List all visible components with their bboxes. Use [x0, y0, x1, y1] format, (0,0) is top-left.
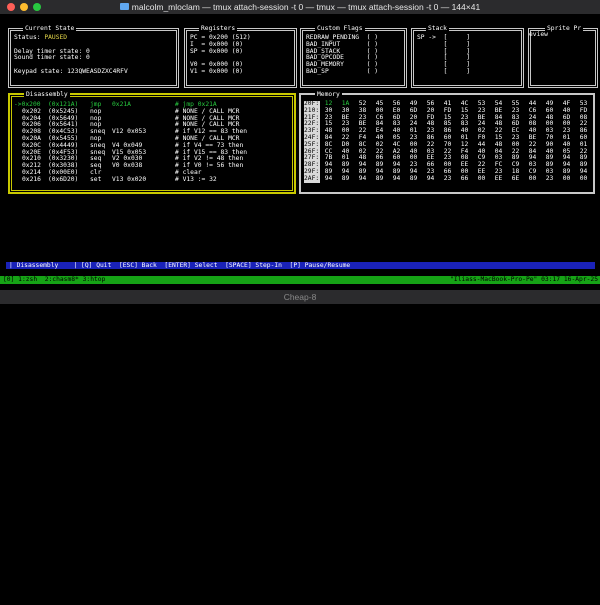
current-state-body: Status: PAUSED Delay timer state: 0 Soun…: [14, 34, 174, 84]
disassembly-row[interactable]: 0x216 (0x6D20) set V13 0x020 # V13 := 32: [14, 175, 290, 184]
folder-icon: [119, 3, 129, 11]
sprite-preview-panel: Sprite Pr eview: [528, 25, 598, 88]
sound-timer-line: Sound timer state: 0: [14, 54, 90, 62]
game-display-canvas[interactable]: [0, 304, 600, 605]
disassembly-panel[interactable]: Disassembly ->0x200 (0x121A) jmp 0x21A # jmp…: [8, 91, 296, 194]
memory-row: 2AF: 94 89 94 89 94 89 94 23 66 00 EE 6E 00 23 00 00: [304, 174, 592, 183]
help-bar: | Disassembly | [Q] Quit [ESC] Back [ENT…: [6, 262, 595, 269]
register-line: SP = 0x000 (0): [190, 47, 244, 55]
disassembly-rows: 0x202 (0x5245) nop # NONE / CALL MCR 0x204 (0…: [14, 108, 290, 184]
memory-byte[interactable]: 89: [337, 175, 354, 183]
stack-title: Stack: [426, 25, 449, 32]
memory-byte[interactable]: 6E: [507, 175, 524, 183]
memory-byte[interactable]: 00: [558, 175, 575, 183]
tmux-status-bar: [0] 1:zsh 2:chasm8* 3:htop "Iliass-MacBo…: [0, 276, 600, 284]
memory-title: Memory: [315, 91, 342, 98]
memory-byte[interactable]: 94: [320, 175, 337, 183]
disasm-args: 0x21A: [112, 101, 131, 108]
custom-flags-panel: Custom Flags REDRAW_PENDING ( ) BAD_INPU…: [300, 25, 407, 88]
stack-line: [ ]: [417, 67, 471, 75]
memory-byte[interactable]: 00: [575, 175, 592, 183]
disasm-args: V12 0x053: [112, 128, 147, 136]
sprite-preview-subtitle: eview: [529, 31, 548, 38]
terminal-title: malcolm_mloclam — tmux attach-session -t…: [131, 2, 481, 12]
disasm-args: V0 0x038: [112, 162, 143, 170]
current-state-title: Current State: [23, 25, 77, 32]
stack-body: SP -> [ ] [ ] [ ] [ ] [ ] [ ]: [417, 34, 519, 84]
memory-byte[interactable]: 89: [371, 175, 388, 183]
tmux-window-list[interactable]: [0] 1:zsh 2:chasm8* 3:htop: [3, 276, 105, 284]
registers-panel: Registers PC = 0x200 (512) I = 0x000 (0)…: [184, 25, 297, 88]
disasm-code: (0x6D20): [48, 175, 79, 183]
memory-rows: 20F: 12 1A 52 45 56 49 56 41 4C 53 54 55 44 49 4F 53 210:…: [304, 100, 592, 189]
sprite-preview-body: eview: [529, 31, 593, 84]
memory-byte[interactable]: 94: [422, 175, 439, 183]
memory-byte[interactable]: 89: [405, 175, 422, 183]
status-label: Status:: [14, 34, 41, 41]
registers-body: PC = 0x200 (512) I = 0x000 (0) SP = 0x00…: [190, 34, 292, 84]
status-value: PAUSED: [44, 34, 68, 41]
terminal-title-wrap: malcolm_mloclam — tmux attach-session -t…: [0, 0, 600, 14]
custom-flags-body: REDRAW_PENDING ( ) BAD_INPUT ( ) BAD_STA…: [306, 34, 402, 84]
memory-panel[interactable]: Memory 20F: 12 1A 52 45 56 49 56 41 4C 53 54 55 44 49 4…: [299, 91, 595, 194]
disasm-comment: # V13 := 32: [175, 175, 217, 183]
custom-flags-title: Custom Flags: [315, 25, 365, 32]
disasm-mnemonic: set: [90, 175, 102, 183]
register-line: V1 = 0x000 (0): [190, 67, 244, 75]
memory-byte[interactable]: EE: [490, 175, 507, 183]
terminal-window: malcolm_mloclam — tmux attach-session -t…: [0, 0, 600, 290]
tmux-status-right: "Iliass-MacBook-Pro-Pe" 03:17 16-Apr-25: [450, 276, 598, 283]
keypad-line: Keypad state: 123QWEASDZXC4RFV: [14, 67, 128, 75]
memory-byte[interactable]: 94: [388, 175, 405, 183]
memory-byte[interactable]: 23: [439, 175, 456, 183]
disasm-addr: 0x216: [22, 175, 41, 183]
stack-panel: Stack SP -> [ ] [ ] [ ] [ ] [ ] [ ]: [411, 25, 524, 88]
memory-byte[interactable]: 66: [456, 175, 473, 183]
disassembly-title: Disassembly: [24, 91, 70, 98]
flag-line: BAD_SP ( ): [306, 67, 379, 75]
memory-byte[interactable]: 94: [354, 175, 371, 183]
game-window-title: Cheap-8: [283, 292, 317, 302]
memory-byte[interactable]: 23: [541, 175, 558, 183]
game-window: Cheap-8: [0, 290, 600, 605]
disasm-args: V13 0x020: [112, 175, 147, 183]
game-titlebar: Cheap-8: [0, 290, 600, 304]
memory-byte[interactable]: 00: [473, 175, 490, 183]
memory-byte[interactable]: 00: [524, 175, 541, 183]
terminal-titlebar: malcolm_mloclam — tmux attach-session -t…: [0, 0, 600, 14]
disassembly-body: ->0x200 (0x121A) jmp 0x21A # jmp 0x21A 0x202…: [14, 101, 290, 189]
memory-address: 2AF:: [304, 174, 320, 183]
terminal-body[interactable]: Current State Status: PAUSED Delay timer…: [0, 14, 600, 290]
status-line: Status: PAUSED: [14, 34, 174, 42]
sprite-preview-title: Sprite Pr: [545, 25, 584, 32]
current-state-panel: Current State Status: PAUSED Delay timer…: [8, 25, 179, 88]
registers-title: Registers: [199, 25, 238, 32]
